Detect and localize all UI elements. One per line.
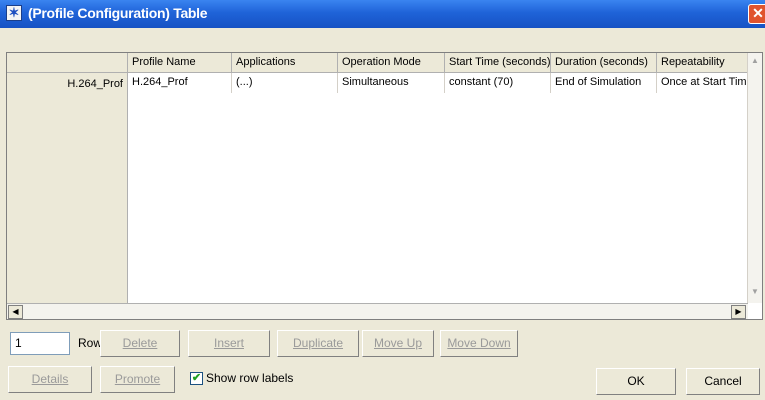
column-header[interactable]: Duration (seconds): [551, 53, 657, 72]
move-down-button[interactable]: Move Down: [440, 330, 518, 357]
show-row-labels-label[interactable]: Show row labels: [206, 371, 293, 385]
scroll-up-icon[interactable]: ▲: [751, 56, 759, 65]
column-header[interactable]: Start Time (seconds): [445, 53, 551, 72]
scroll-down-icon[interactable]: ▼: [751, 287, 759, 296]
details-button[interactable]: Details: [8, 366, 92, 393]
column-header[interactable]: Profile Name: [128, 53, 232, 72]
column-header[interactable]: Applications: [232, 53, 338, 72]
table-cell[interactable]: Once at Start Time: [657, 73, 756, 93]
table-corner: [7, 53, 127, 73]
column-header[interactable]: Repeatability: [657, 53, 756, 72]
app-icon: ✶: [6, 5, 22, 21]
column-header[interactable]: Operation Mode: [338, 53, 445, 72]
row-label-column: H.264_Prof: [7, 53, 128, 303]
table-cell[interactable]: Simultaneous: [338, 73, 445, 93]
insert-button[interactable]: Insert: [188, 330, 270, 357]
horizontal-scrollbar[interactable]: ◀ ▶: [7, 303, 748, 319]
table-header: Profile Name Applications Operation Mode…: [128, 53, 756, 73]
ok-button[interactable]: OK: [596, 368, 676, 395]
show-row-labels-checkbox[interactable]: ✔: [190, 372, 203, 385]
rows-count-input[interactable]: 1: [10, 332, 70, 355]
vertical-scrollbar[interactable]: ▲ ▼: [747, 53, 762, 303]
duplicate-button[interactable]: Duplicate: [277, 330, 359, 357]
table-grid: Profile Name Applications Operation Mode…: [128, 53, 756, 303]
table-row[interactable]: H.264_Prof (...) Simultaneous constant (…: [128, 73, 756, 93]
table-cell[interactable]: End of Simulation: [551, 73, 657, 93]
window-title: (Profile Configuration) Table: [28, 5, 208, 21]
scroll-left-icon[interactable]: ◀: [8, 305, 23, 319]
table-cell[interactable]: constant (70): [445, 73, 551, 93]
move-up-button[interactable]: Move Up: [362, 330, 434, 357]
table-cell[interactable]: H.264_Prof: [128, 73, 232, 93]
table-cell[interactable]: (...): [232, 73, 338, 93]
profile-table: H.264_Prof Profile Name Applications Ope…: [6, 52, 763, 320]
close-icon[interactable]: ✕: [748, 4, 765, 24]
delete-button[interactable]: Delete: [100, 330, 180, 357]
cancel-button[interactable]: Cancel: [686, 368, 760, 395]
title-bar: ✶ (Profile Configuration) Table ✕: [0, 0, 765, 28]
row-label[interactable]: H.264_Prof: [7, 74, 127, 94]
promote-button[interactable]: Promote: [100, 366, 175, 393]
scroll-right-icon[interactable]: ▶: [731, 305, 746, 319]
